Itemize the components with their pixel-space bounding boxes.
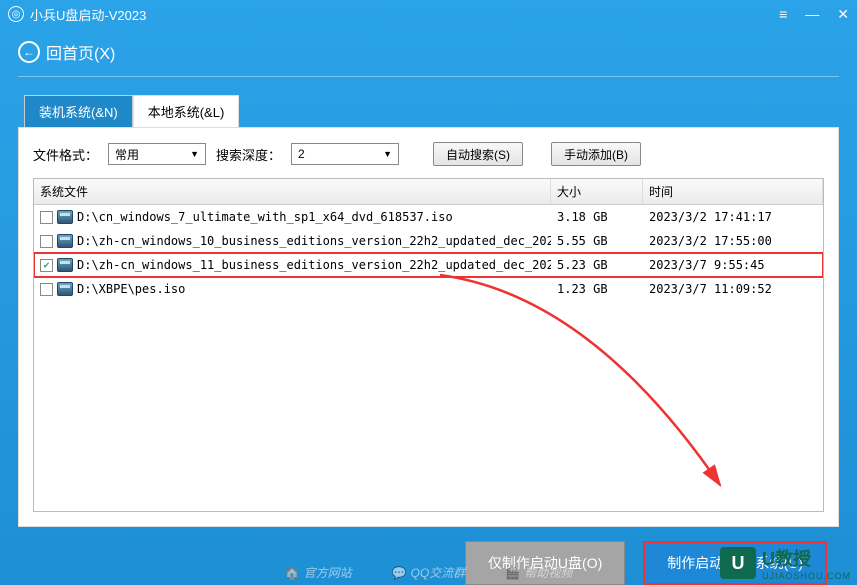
file-time: 2023/3/2 17:55:00 (643, 231, 823, 251)
window-controls: ≡ — ✕ (779, 6, 849, 23)
manual-add-button[interactable]: 手动添加(B) (551, 142, 641, 166)
tabs: 装机系统(&N) 本地系统(&L) (24, 95, 857, 127)
logo-badge: U U教授 UJIAOSHOU.COM (720, 545, 851, 581)
file-time: 2023/3/7 11:09:52 (643, 279, 823, 299)
file-time: 2023/3/7 9:55:45 (643, 255, 823, 275)
logo-icon: U (720, 547, 756, 579)
table-header: 系统文件 大小 时间 (34, 179, 823, 205)
app-icon: ◎ (8, 6, 24, 22)
table-row[interactable]: D:\XBPE\pes.iso 1.23 GB2023/3/7 11:09:52 (34, 277, 823, 301)
disk-icon (57, 210, 73, 224)
row-checkbox[interactable] (40, 235, 53, 248)
row-checkbox[interactable] (40, 283, 53, 296)
file-size: 5.23 GB (551, 255, 643, 275)
local-system-panel: 文件格式： 常用 ▼ 搜索深度： 2 ▼ 自动搜索(S) 手动添加(B) 系统文… (18, 127, 839, 527)
filter-row: 文件格式： 常用 ▼ 搜索深度： 2 ▼ 自动搜索(S) 手动添加(B) (33, 142, 824, 166)
file-format-value: 常用 (115, 146, 139, 163)
logo-text: U教授 UJIAOSHOU.COM (762, 545, 851, 581)
chevron-down-icon: ▼ (383, 149, 392, 159)
row-checkbox[interactable]: ✔ (40, 259, 53, 272)
search-depth-select[interactable]: 2 ▼ (291, 143, 399, 165)
auto-search-button[interactable]: 自动搜索(S) (433, 142, 523, 166)
file-path: D:\zh-cn_windows_10_business_editions_ve… (77, 234, 551, 248)
app-title: 小兵U盘启动-V2023 (30, 5, 779, 24)
col-size[interactable]: 大小 (551, 179, 643, 204)
file-format-label: 文件格式： (33, 145, 98, 164)
official-site-link[interactable]: 🏠 官方网站 (285, 564, 352, 581)
file-path: D:\XBPE\pes.iso (77, 282, 185, 296)
table-row[interactable]: ✔ D:\zh-cn_windows_11_business_editions_v… (34, 253, 823, 277)
titlebar: ◎ 小兵U盘启动-V2023 ≡ — ✕ (0, 0, 857, 28)
tab-install-system[interactable]: 装机系统(&N) (24, 95, 133, 127)
menu-icon[interactable]: ≡ (779, 6, 787, 22)
file-table: 系统文件 大小 时间 D:\cn_windows_7_ultimate_with… (33, 178, 824, 512)
table-row[interactable]: D:\zh-cn_windows_10_business_editions_ve… (34, 229, 823, 253)
help-video-link[interactable]: 🎬 帮助视频 (505, 564, 572, 581)
col-file[interactable]: 系统文件 (34, 179, 551, 204)
disk-icon (57, 234, 73, 248)
file-size: 5.55 GB (551, 231, 643, 251)
col-time[interactable]: 时间 (643, 179, 823, 204)
file-path: D:\zh-cn_windows_11_business_editions_ve… (77, 258, 551, 272)
search-depth-value: 2 (298, 147, 305, 161)
table-row[interactable]: D:\cn_windows_7_ultimate_with_sp1_x64_dv… (34, 205, 823, 229)
back-arrow-icon[interactable]: ← (18, 41, 40, 63)
back-row: ← 回首页(X) (0, 28, 857, 70)
file-format-select[interactable]: 常用 ▼ (108, 143, 206, 165)
disk-icon (57, 258, 73, 272)
file-path: D:\cn_windows_7_ultimate_with_sp1_x64_dv… (77, 210, 453, 224)
disk-icon (57, 282, 73, 296)
search-depth-label: 搜索深度： (216, 145, 281, 164)
qq-group-link[interactable]: 💬 QQ交流群 (392, 564, 466, 581)
header-divider (18, 76, 839, 77)
file-size: 3.18 GB (551, 207, 643, 227)
file-time: 2023/3/2 17:41:17 (643, 207, 823, 227)
table-body: D:\cn_windows_7_ultimate_with_sp1_x64_dv… (34, 205, 823, 511)
tab-local-system[interactable]: 本地系统(&L) (133, 95, 240, 127)
minimize-icon[interactable]: — (805, 6, 819, 22)
chevron-down-icon: ▼ (190, 149, 199, 159)
row-checkbox[interactable] (40, 211, 53, 224)
file-size: 1.23 GB (551, 279, 643, 299)
back-label[interactable]: 回首页(X) (46, 40, 115, 64)
close-icon[interactable]: ✕ (837, 6, 849, 23)
